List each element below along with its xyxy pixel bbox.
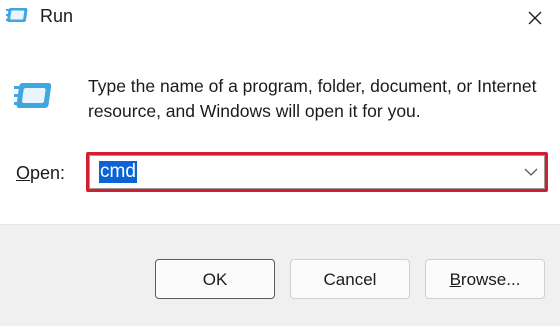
dialog-content: Type the name of a program, folder, docu… [0,36,560,224]
browse-label: rowse... [460,270,521,289]
cancel-button[interactable]: Cancel [290,259,410,299]
open-label: Open: [16,162,65,184]
run-dialog-icon [14,83,52,108]
open-combobox[interactable]: cmd [86,152,548,192]
open-input-value[interactable]: cmd [99,161,137,183]
close-icon [528,11,542,25]
open-combobox-frame [89,155,545,189]
run-dialog: Run Type the name of a program, folder, … [0,0,560,326]
title-bar: Run [0,0,560,36]
dialog-description: Type the name of a program, folder, docu… [88,76,537,121]
window-title: Run [40,6,74,26]
open-label-accelerator: O [16,163,31,183]
chevron-down-icon[interactable] [523,165,539,179]
ok-button[interactable]: OK [155,259,275,299]
run-dialog-icon [6,8,28,22]
close-button[interactable] [510,0,560,36]
button-bar: OK Cancel Browse... [0,224,560,326]
open-label-text: pen: [30,163,66,183]
browse-accelerator: B [449,270,461,289]
browse-button[interactable]: Browse... [425,259,545,299]
